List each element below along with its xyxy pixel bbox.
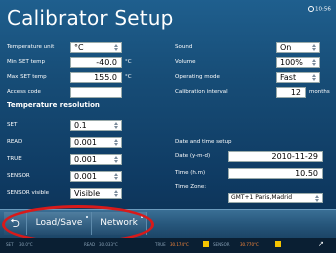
- spinner-arrows-icon: [114, 156, 119, 163]
- access-code-label: Access code: [7, 89, 41, 95]
- spinner-arrows-icon: [114, 122, 119, 129]
- volume-select[interactable]: 100%: [276, 57, 320, 68]
- spinner-arrows-icon: [312, 44, 317, 51]
- calibration-interval-label: Calibration interval: [175, 89, 228, 95]
- volume-label: Volume: [175, 59, 196, 65]
- network-button[interactable]: Network: [92, 212, 147, 235]
- max-set-temp-unit: °C: [125, 74, 132, 80]
- operating-mode-value: Fast: [280, 73, 297, 82]
- status-read-value: 30.033°C: [99, 242, 118, 247]
- res-sensor-label: SENSOR: [7, 173, 30, 179]
- res-read-select[interactable]: 0.001: [70, 137, 122, 148]
- time-field[interactable]: 10.50: [228, 168, 323, 179]
- calibration-interval-unit: months: [309, 89, 330, 95]
- sound-label: Sound: [175, 44, 193, 50]
- back-arrow-icon: ⮌: [10, 216, 20, 230]
- bottom-toolbar: ⮌ Load/Save Network: [0, 209, 336, 238]
- status-true-value: 30.174°C: [170, 242, 189, 247]
- spinner-arrows-icon: [312, 74, 317, 81]
- status-true-tag: TRUE: [155, 242, 166, 247]
- status-set-tag: SET: [6, 242, 14, 247]
- sound-select[interactable]: On: [276, 42, 320, 53]
- max-set-temp-label: Max SET temp: [7, 74, 47, 80]
- temperature-unit-select[interactable]: °C: [70, 42, 122, 53]
- res-sensor-value: 0.001: [74, 172, 97, 181]
- min-set-temp-label: Min SET temp: [7, 59, 45, 65]
- timezone-value: GMT+1 Paris,Madrid: [231, 194, 293, 201]
- calibrator-setup-screen: Calibrator Setup 10:56 Temperature unit …: [0, 0, 336, 253]
- network-label: Network: [100, 218, 138, 228]
- min-set-temp-unit: °C: [125, 59, 132, 65]
- max-set-temp-field[interactable]: 155.0: [70, 72, 122, 83]
- temperature-unit-value: °C: [74, 43, 84, 52]
- sound-value: On: [280, 43, 292, 52]
- temperature-unit-label: Temperature unit: [7, 44, 55, 50]
- clock-icon: [308, 6, 314, 12]
- res-true-label: TRUE: [7, 156, 22, 162]
- sensor-visible-label: SENSOR visible: [7, 190, 50, 196]
- spinner-arrows-icon: [114, 173, 119, 180]
- spinner-arrows-icon: [312, 59, 317, 66]
- menu-indicator-icon: [86, 216, 88, 218]
- sensor-visible-select[interactable]: Visible: [70, 188, 122, 199]
- spinner-arrows-icon: [114, 139, 119, 146]
- date-field[interactable]: 2010-11-29: [228, 151, 323, 162]
- timezone-label: Time Zone:: [175, 184, 207, 190]
- page-title: Calibrator Setup: [7, 6, 174, 30]
- menu-indicator-icon: [141, 216, 143, 218]
- res-sensor-select[interactable]: 0.001: [70, 171, 122, 182]
- status-sensor-tag: SENSOR: [213, 242, 230, 247]
- status-read-tag: READ: [84, 242, 96, 247]
- status-sensor-value: 30.770°C: [240, 242, 259, 247]
- spinner-arrows-icon: [114, 190, 119, 197]
- res-read-value: 0.001: [74, 138, 97, 147]
- volume-value: 100%: [280, 58, 303, 67]
- res-read-label: READ: [7, 139, 23, 145]
- res-true-select[interactable]: 0.001: [70, 154, 122, 165]
- res-true-value: 0.001: [74, 155, 97, 164]
- status-set-value: 30.0°C: [19, 242, 33, 247]
- back-button[interactable]: ⮌: [4, 212, 27, 235]
- sensor-visible-value: Visible: [74, 189, 101, 198]
- timezone-select[interactable]: GMT+1 Paris,Madrid: [228, 193, 323, 203]
- date-label: Date (y-m-d): [175, 153, 211, 159]
- calibration-interval-field[interactable]: 12: [276, 87, 306, 98]
- datetime-heading: Date and time setup: [175, 139, 232, 145]
- connection-icon: ↗: [318, 240, 324, 248]
- access-code-field[interactable]: [70, 87, 122, 98]
- spinner-arrows-icon: [114, 44, 119, 51]
- load-save-label: Load/Save: [35, 218, 83, 228]
- spinner-arrows-icon: [315, 195, 320, 202]
- time-label: Time (h.m): [175, 170, 206, 176]
- clock: 10:56: [308, 6, 331, 13]
- status-warning-icon-2: [275, 241, 281, 247]
- status-bar: SET 30.0°C READ 30.033°C TRUE 30.174°C S…: [0, 238, 336, 253]
- min-set-temp-field[interactable]: -40.0: [70, 57, 122, 68]
- res-set-select[interactable]: 0.1: [70, 120, 122, 131]
- status-warning-icon: [203, 241, 209, 247]
- res-set-label: SET: [7, 122, 18, 128]
- operating-mode-label: Operating mode: [175, 74, 220, 80]
- res-set-value: 0.1: [74, 121, 87, 130]
- load-save-button[interactable]: Load/Save: [27, 212, 92, 235]
- operating-mode-select[interactable]: Fast: [276, 72, 320, 83]
- clock-time: 10:56: [315, 6, 331, 13]
- resolution-heading: Temperature resolution: [7, 101, 100, 109]
